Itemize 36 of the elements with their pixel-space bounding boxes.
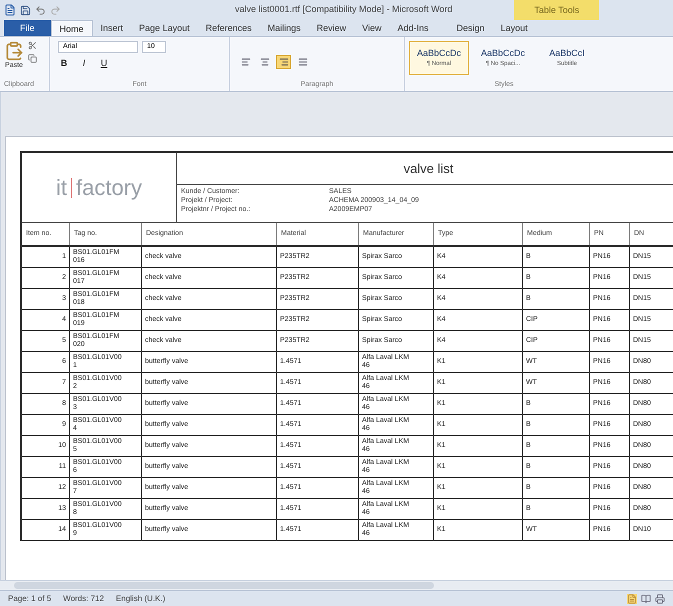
document-title: valve list (404, 160, 454, 178)
ribbon-tab[interactable]: Home (50, 20, 93, 36)
format-button[interactable]: U (98, 57, 110, 70)
ribbon-tab[interactable]: Insert (92, 20, 132, 36)
align-justify-icon (298, 57, 308, 67)
print-icon[interactable] (655, 594, 665, 604)
status-item[interactable]: English (U.K.) (116, 592, 166, 604)
ribbon-tab[interactable]: Review (308, 20, 354, 36)
ribbon-tab[interactable]: Mailings (260, 20, 309, 36)
status-item[interactable]: Page: 1 of 5 (8, 592, 52, 604)
align-center-icon (260, 57, 270, 67)
logo-text: factory (76, 174, 142, 202)
window-title: valve list0001.rtf [Compatibility Mode] - Microsoft Word (235, 3, 452, 16)
ribbon-tab[interactable]: References (198, 20, 260, 36)
scissors-icon[interactable] (28, 41, 37, 50)
clipboard-icon (4, 41, 24, 61)
ribbon-tab[interactable]: Add-Ins (390, 20, 437, 36)
ribbon-tab[interactable]: Layout (492, 20, 536, 36)
scrollbar-thumb[interactable] (14, 582, 434, 589)
logo-text: it (56, 174, 67, 202)
format-button[interactable]: B (58, 57, 70, 70)
context-tab-title: Table Tools (514, 0, 600, 20)
ribbon-tab[interactable]: View (354, 20, 390, 36)
word-icon[interactable] (4, 4, 16, 16)
copy-icon[interactable] (28, 54, 37, 63)
align-left-icon (240, 57, 250, 67)
ribbon-tab[interactable]: Design (448, 20, 493, 36)
status-item[interactable]: Words: 712 (63, 592, 104, 604)
ribbon-tab[interactable]: Page Layout (131, 20, 198, 36)
format-button[interactable]: I (78, 57, 90, 70)
align-right-button[interactable] (276, 55, 291, 69)
reading-icon[interactable] (641, 594, 651, 604)
ribbon-tab[interactable]: File (4, 20, 51, 36)
save-icon[interactable] (20, 4, 31, 16)
undo-icon[interactable] (35, 4, 46, 16)
align-right-icon (278, 57, 288, 67)
